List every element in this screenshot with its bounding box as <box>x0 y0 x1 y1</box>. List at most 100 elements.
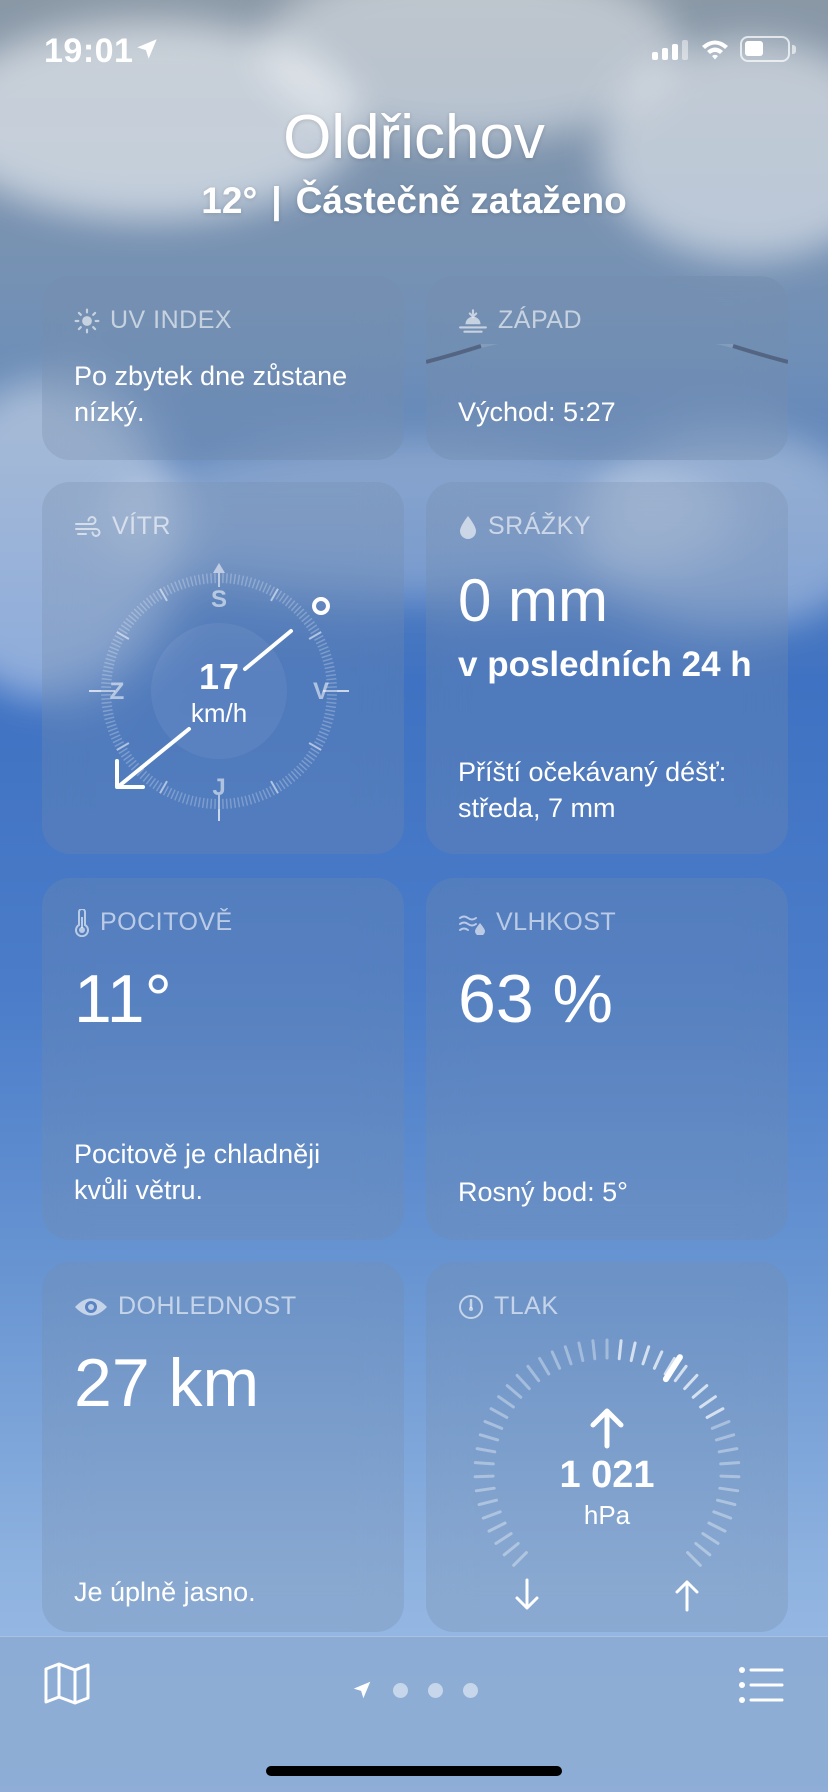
visibility-card[interactable]: DOHLEDNOST 27 km Je úplně jasno. <box>42 1262 404 1632</box>
page-dot <box>392 1682 408 1698</box>
gauge-tick <box>497 1395 515 1409</box>
city-name: Oldřichov <box>283 103 545 172</box>
feels-like-value: 11° <box>74 961 172 1037</box>
pressure-high-arrow-icon <box>675 1580 699 1612</box>
visibility-value: 27 km <box>74 1345 260 1421</box>
gauge-tick <box>641 1345 651 1366</box>
wind-title: VÍTR <box>112 512 171 540</box>
gauge-tick <box>691 1384 709 1399</box>
wind-compass: S V J Z 17 km/h <box>84 556 354 826</box>
cellular-signal-icon <box>652 40 688 60</box>
separator: | <box>271 180 282 221</box>
compass-east: V <box>312 678 329 705</box>
gauge-tick <box>694 1542 712 1557</box>
pressure-unit: hPa <box>583 1500 631 1530</box>
pressure-low-arrow-icon <box>515 1578 539 1610</box>
gauge-tick <box>719 1474 741 1479</box>
pressure-value: 1 021 <box>559 1454 655 1496</box>
gauge-tick <box>538 1357 551 1376</box>
gauge-tick <box>652 1350 664 1370</box>
wind-icon <box>75 515 101 537</box>
gauge-tick <box>494 1532 513 1545</box>
gauge-tick <box>563 1345 573 1366</box>
gauge-tick <box>473 1474 495 1479</box>
gauge-tick <box>699 1395 717 1409</box>
gauge-tick <box>712 1510 733 1520</box>
uv-index-card[interactable]: UV INDEX Po zbytek dne zůstane nízký. <box>42 276 404 460</box>
gauge-tick <box>477 1498 498 1507</box>
humidity-card[interactable]: VLHKOST 63 % Rosný bod: 5° <box>426 878 788 1240</box>
gauge-tick <box>502 1542 520 1557</box>
gauge-tick <box>714 1433 736 1442</box>
gauge-tick <box>629 1341 637 1363</box>
feels-like-title: POCITOVĚ <box>100 908 233 936</box>
gauge-tick <box>550 1350 562 1370</box>
pressure-trend-up-icon <box>590 1408 624 1449</box>
page-indicator[interactable] <box>0 1679 828 1701</box>
gauge-tick <box>526 1364 541 1383</box>
gauge-tick <box>512 1551 528 1567</box>
dew-point: Rosný bod: 5° <box>458 1177 628 1207</box>
gauge-tick <box>577 1341 585 1363</box>
feels-like-description: Pocitově je chladněji kvůli větru. <box>74 1139 321 1205</box>
wind-arrow-tail-dot <box>312 597 330 615</box>
uv-title: UV INDEX <box>110 306 233 334</box>
current-temperature: 12° <box>201 180 258 221</box>
page-dot <box>462 1682 478 1698</box>
gauge-tick <box>683 1373 699 1391</box>
eye-icon <box>75 1298 107 1315</box>
gauge-tick <box>591 1339 597 1361</box>
gauge-tick <box>705 1407 725 1419</box>
current-location-icon <box>353 1681 370 1699</box>
raindrop-icon <box>460 515 476 539</box>
gauge-tick <box>719 1461 741 1466</box>
battery-icon <box>740 36 796 62</box>
wifi-icon <box>702 40 728 60</box>
precipitation-period: v posledních 24 h <box>458 645 752 684</box>
sunset-title: ZÁPAD <box>498 306 582 334</box>
home-indicator <box>266 1766 562 1776</box>
location-arrow-icon <box>137 39 157 59</box>
precipitation-value: 0 mm <box>458 567 608 634</box>
thermometer-icon <box>75 908 89 937</box>
sunset-card[interactable]: ZÁPAD Východ: 5:27 <box>426 276 788 460</box>
compass-north: S <box>210 586 227 613</box>
humidity-icon <box>459 915 485 935</box>
gauge-icon <box>459 1294 483 1319</box>
gauge-tick <box>475 1447 497 1454</box>
uv-description: Po zbytek dne zůstane nízký. <box>74 361 348 427</box>
compass-west: Z <box>109 678 125 705</box>
wind-speed-value: 17 <box>198 656 240 697</box>
gauge-tick <box>478 1433 500 1442</box>
precipitation-title: SRÁŽKY <box>488 512 592 540</box>
next-rain-forecast: Příští očekávaný déšť: středa, 7 mm <box>458 757 727 823</box>
gauge-tick <box>673 1364 688 1383</box>
wind-card[interactable]: VÍTR S V J Z 17 km/h <box>42 482 404 854</box>
status-bar: 19:01 <box>0 0 828 100</box>
gauge-tick <box>707 1521 727 1533</box>
gauge-tick <box>473 1461 495 1466</box>
gauge-tick <box>474 1486 496 1493</box>
feels-like-card[interactable]: POCITOVĚ 11° Pocitově je chladněji kvůli… <box>42 878 404 1240</box>
gauge-tick <box>483 1420 504 1430</box>
gauge-tick <box>716 1498 737 1507</box>
gauge-tick <box>481 1510 502 1520</box>
gauge-tick <box>710 1420 731 1430</box>
list-icon[interactable] <box>738 1665 784 1705</box>
sun-icon <box>74 308 100 333</box>
gauge-tick <box>515 1373 531 1391</box>
pressure-title: TLAK <box>494 1292 559 1320</box>
compass-south: J <box>212 774 226 801</box>
gauge-tick <box>505 1384 523 1399</box>
page-dot <box>427 1682 443 1698</box>
gauge-tick <box>489 1407 509 1419</box>
precipitation-card[interactable]: SRÁŽKY 0 mm v posledních 24 h Příští oče… <box>426 482 788 854</box>
wind-arrow-shaft <box>117 727 191 788</box>
status-time: 19:01 <box>44 32 134 70</box>
sunrise-time: Východ: 5:27 <box>458 397 616 427</box>
visibility-title: DOHLEDNOST <box>118 1292 297 1320</box>
condition-text: Částečně zataženo <box>295 180 627 221</box>
pressure-card[interactable]: TLAK 1 021 hPa <box>426 1262 788 1632</box>
gauge-tick <box>487 1521 507 1533</box>
current-conditions: 12° | Částečně zataženo <box>0 180 828 222</box>
